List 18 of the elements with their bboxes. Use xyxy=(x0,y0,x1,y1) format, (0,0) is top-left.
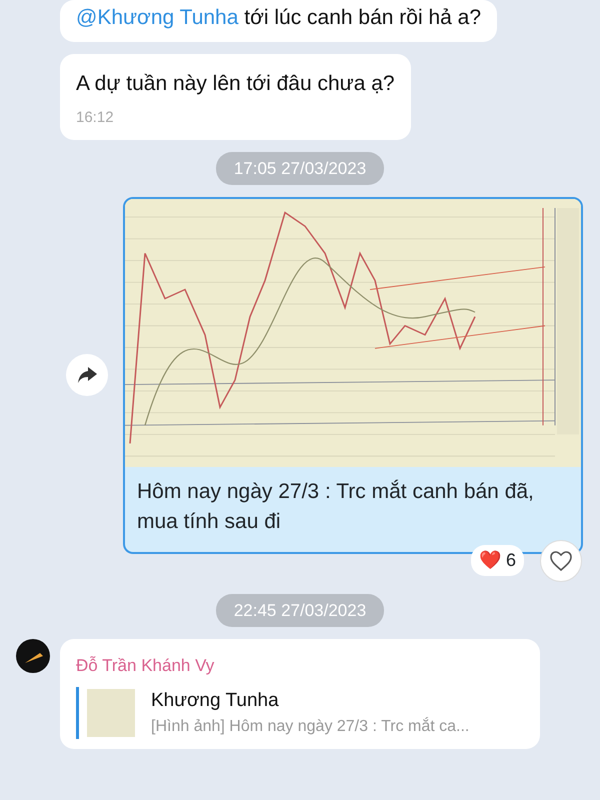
message-text: @Khương Tunha tới lúc canh bán rồi hả a? xyxy=(76,5,482,31)
reply-quote[interactable]: Khương Tunha [Hình ảnh] Hôm nay ngày 27/3 : Trc mắt ca... xyxy=(76,686,524,740)
heart-emoji: ❤ xyxy=(478,550,501,570)
share-icon xyxy=(76,365,98,386)
date-label: 17:05 27/03/2023 xyxy=(216,152,384,185)
message-time: 16:12 xyxy=(76,108,115,128)
reaction-count: 6 xyxy=(506,550,516,570)
date-label: 22:45 27/03/2023 xyxy=(216,594,384,628)
thumbnail-placeholder xyxy=(87,689,135,738)
reaction-badge[interactable]: ❤ 6 xyxy=(470,545,524,576)
sender-name: Đỗ Trần Khánh Vy xyxy=(76,655,216,678)
message-text: A dự tuần này lên tới đâu chưa ạ? xyxy=(76,70,395,96)
quote-text: [Hình ảnh] Hôm nay ngày 27/3 : Trc mắt ca... xyxy=(151,716,470,738)
message-text: Hôm nay ngày 27/3 : Trc mắt canh bán đã, mua tính sau đi xyxy=(136,478,535,536)
share-button[interactable] xyxy=(66,354,108,396)
heart-icon xyxy=(550,550,572,571)
avatar-icon xyxy=(16,639,50,674)
quote-author: Khương Tunha xyxy=(151,688,280,713)
